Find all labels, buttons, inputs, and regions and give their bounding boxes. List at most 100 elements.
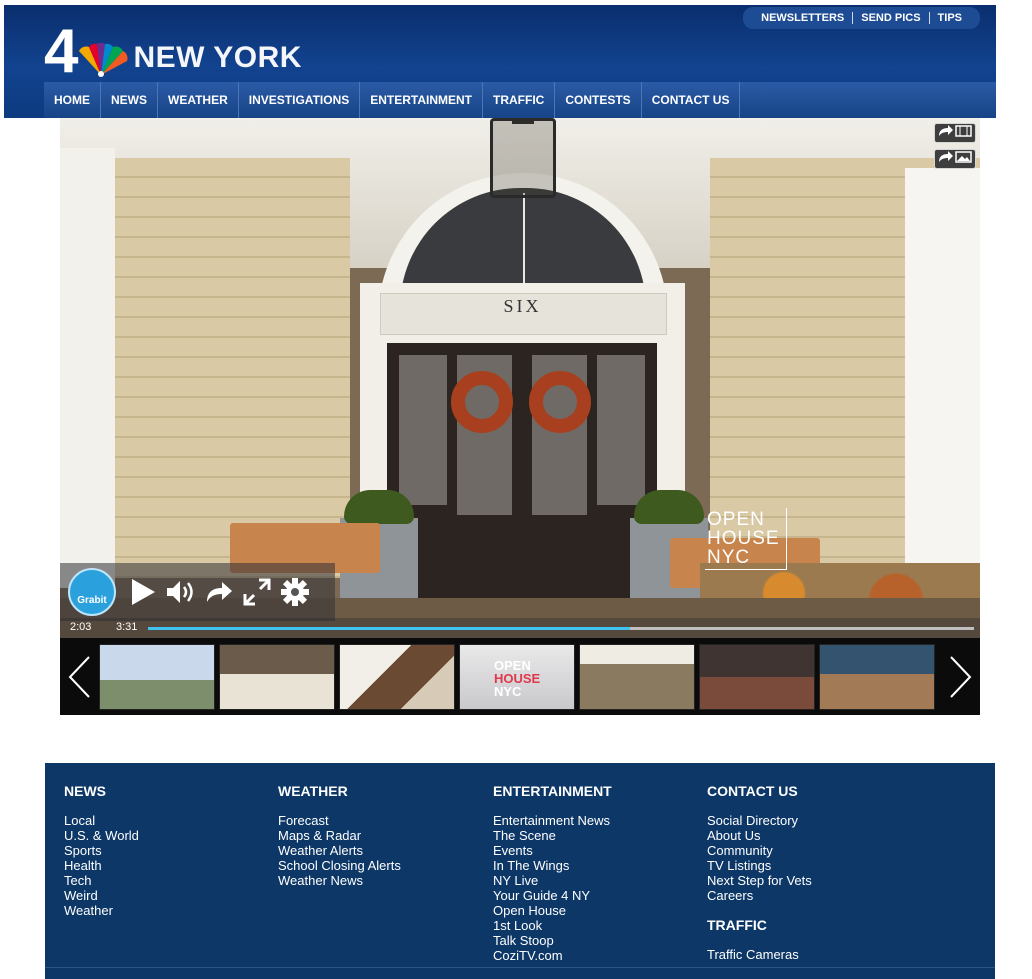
nav-news[interactable]: NEWS	[101, 82, 158, 118]
nav-weather[interactable]: WEATHER	[158, 82, 239, 118]
watermark-line: HOUSE	[707, 528, 780, 549]
play-button[interactable]	[124, 573, 162, 611]
footer-link[interactable]: In The Wings	[493, 858, 612, 873]
grabit-button[interactable]: Grabit	[68, 568, 116, 616]
site-header: 4 NEW YORK NEWSLETTERS SEND PICS TIPS HO…	[4, 5, 996, 118]
seek-bar-progress	[148, 627, 630, 630]
logo-number: 4	[44, 17, 79, 86]
footer-link[interactable]: Forecast	[278, 813, 401, 828]
column-right	[905, 168, 980, 588]
footer-link[interactable]: Community	[707, 843, 812, 858]
footer-link[interactable]: Traffic Cameras	[707, 947, 812, 962]
footer-link[interactable]: Careers	[707, 888, 812, 903]
fullscreen-button[interactable]	[238, 573, 276, 611]
footer-col-entertainment: ENTERTAINMENT Entertainment News The Sce…	[493, 783, 612, 963]
footer-link[interactable]: The Scene	[493, 828, 612, 843]
footer-link[interactable]: NY Live	[493, 873, 612, 888]
watermark-line: NYC	[707, 547, 751, 568]
chevron-right-icon	[950, 655, 972, 698]
footer-link[interactable]: Weather News	[278, 873, 401, 888]
main-nav: HOME NEWS WEATHER INVESTIGATIONS ENTERTA…	[44, 82, 996, 118]
thumbnail-strip: OPEN HOUSE NYC	[60, 638, 980, 715]
thumbnail[interactable]	[339, 644, 455, 710]
footer-link[interactable]: School Closing Alerts	[278, 858, 401, 873]
footer-link[interactable]: Sports	[64, 843, 139, 858]
front-door	[387, 343, 657, 613]
volume-icon	[167, 581, 193, 603]
footer-link[interactable]: Social Directory	[707, 813, 812, 828]
wreath-left	[451, 371, 513, 433]
thumbnail[interactable]	[579, 644, 695, 710]
footer-heading[interactable]: CONTACT US	[707, 783, 812, 799]
shrub-right	[634, 490, 704, 524]
watermark-line: OPEN	[707, 509, 765, 530]
grabit-label: Grabit	[77, 595, 107, 606]
send-pics-link[interactable]: SEND PICS	[853, 12, 930, 24]
volume-button[interactable]	[162, 573, 200, 611]
footer-col-news: NEWS Local U.S. & World Sports Health Te…	[64, 783, 139, 918]
footer-heading[interactable]: ENTERTAINMENT	[493, 783, 612, 799]
share-button[interactable]	[200, 573, 238, 611]
footer-link[interactable]: CoziTV.com	[493, 948, 612, 963]
footer-link[interactable]: Entertainment News	[493, 813, 612, 828]
footer-link[interactable]: About Us	[707, 828, 812, 843]
thumbnail[interactable]: OPEN HOUSE NYC	[459, 644, 575, 710]
column-left	[60, 148, 115, 588]
footer-link[interactable]: Health	[64, 858, 139, 873]
logo-city: NEW YORK	[133, 41, 302, 74]
nav-entertainment[interactable]: ENTERTAINMENT	[360, 82, 484, 118]
footer-heading[interactable]: TRAFFIC	[707, 917, 812, 933]
footer-divider	[45, 967, 995, 968]
lantern	[490, 118, 556, 198]
open-house-watermark: OPEN HOUSE NYC	[705, 508, 787, 570]
footer-link[interactable]: Open House	[493, 903, 612, 918]
door-glass	[597, 355, 645, 505]
footer-link[interactable]: Next Step for Vets	[707, 873, 812, 888]
footer-link[interactable]: Weird	[64, 888, 139, 903]
nbc4-logo[interactable]: 4 NEW YORK	[44, 13, 302, 83]
footer-link[interactable]: Weather	[64, 903, 139, 918]
footer-col-weather: WEATHER Forecast Maps & Radar Weather Al…	[278, 783, 401, 888]
thumbnail[interactable]	[699, 644, 815, 710]
next-button[interactable]	[942, 638, 980, 715]
fullscreen-icon	[243, 578, 271, 606]
nav-home[interactable]: HOME	[44, 82, 101, 118]
settings-icon	[281, 578, 309, 606]
player-controls: Grabit	[60, 563, 335, 621]
footer-link[interactable]: Talk Stoop	[493, 933, 612, 948]
footer-link[interactable]: 1st Look	[493, 918, 612, 933]
play-icon	[132, 579, 155, 605]
footer-link[interactable]: Local	[64, 813, 139, 828]
footer-heading[interactable]: NEWS	[64, 783, 139, 799]
settings-button[interactable]	[276, 573, 314, 611]
utility-links: NEWSLETTERS SEND PICS TIPS	[743, 7, 980, 29]
newsletters-link[interactable]: NEWSLETTERS	[753, 12, 854, 24]
footer-link[interactable]: U.S. & World	[64, 828, 139, 843]
tips-link[interactable]: TIPS	[930, 12, 970, 24]
thumbnail-logo-text: OPEN HOUSE NYC	[494, 659, 540, 698]
footer-link[interactable]: Events	[493, 843, 612, 858]
nav-investigations[interactable]: INVESTIGATIONS	[239, 82, 361, 118]
door-glass	[399, 355, 447, 505]
prev-button[interactable]	[60, 638, 98, 715]
share-video-button[interactable]	[934, 123, 976, 143]
duration: 3:31	[116, 621, 138, 633]
nav-traffic[interactable]: TRAFFIC	[483, 82, 556, 118]
footer-link[interactable]: TV Listings	[707, 858, 812, 873]
footer-link[interactable]: Tech	[64, 873, 139, 888]
thumbnail[interactable]	[99, 644, 215, 710]
wreath-right	[529, 371, 591, 433]
footer-link[interactable]: Maps & Radar	[278, 828, 401, 843]
footer-link[interactable]: Your Guide 4 NY	[493, 888, 612, 903]
thumbnail[interactable]	[819, 644, 935, 710]
footer-heading[interactable]: WEATHER	[278, 783, 401, 799]
share-image-button[interactable]	[934, 149, 976, 169]
nav-contact-us[interactable]: CONTACT US	[642, 82, 741, 118]
seek-bar[interactable]	[148, 627, 974, 630]
chevron-left-icon	[68, 655, 90, 698]
nav-contests[interactable]: CONTESTS	[555, 82, 642, 118]
thumbnail[interactable]	[219, 644, 335, 710]
thumbnail-logo-line: NYC	[494, 684, 522, 699]
video-player[interactable]: SIX OPEN HOUSE NYC Grabit 2:03 3:31	[60, 118, 980, 638]
footer-link[interactable]: Weather Alerts	[278, 843, 401, 858]
